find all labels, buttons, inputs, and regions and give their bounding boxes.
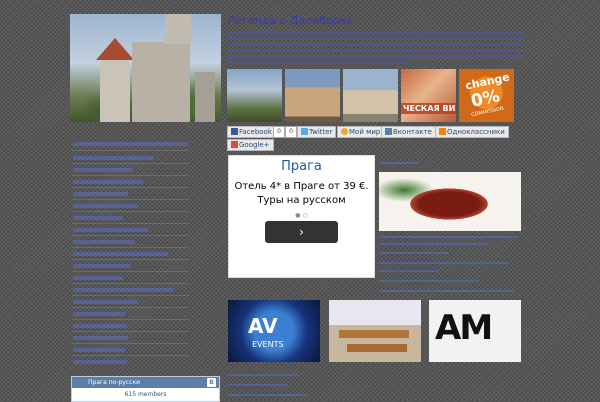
- sidebar-divider: [72, 283, 189, 284]
- sidebar-divider: [72, 175, 189, 176]
- sidebar-link[interactable]: [73, 216, 123, 220]
- facebook-share-button[interactable]: Facebook: [227, 126, 276, 138]
- thumb-castle[interactable]: [227, 69, 282, 122]
- sidebar-link[interactable]: [73, 180, 143, 184]
- classroom-image[interactable]: [329, 300, 421, 362]
- sidebar-link[interactable]: [73, 168, 133, 172]
- description-line: [227, 37, 524, 40]
- sidebar-divider: [72, 187, 189, 188]
- sidebar-divider: [72, 307, 189, 308]
- sidebar-link[interactable]: [73, 192, 128, 196]
- ad-text: Отель 4* в Праге от 39 €. Туры на русско…: [234, 181, 369, 206]
- odnoklassniki-label: Одноклассники: [447, 128, 505, 136]
- ad-next-button[interactable]: ›: [265, 221, 338, 243]
- sidebar-divider: [72, 235, 189, 236]
- vkontakte-share-button[interactable]: Вконтакте: [381, 126, 436, 138]
- description-line: [227, 43, 524, 46]
- sidebar-divider: [72, 247, 189, 248]
- link-line[interactable]: [228, 374, 298, 376]
- sidebar-divider: [72, 331, 189, 332]
- description-line: [227, 31, 524, 34]
- link-line[interactable]: [379, 262, 509, 264]
- sidebar-link[interactable]: [73, 276, 123, 280]
- vk-widget-title[interactable]: Прага по-русски: [88, 379, 140, 386]
- visa-label: ЧЕСКАЯ ВИЗА: [401, 103, 456, 114]
- twitter-label: Twitter: [309, 128, 333, 136]
- sidebar-link[interactable]: [73, 336, 128, 340]
- sidebar-link[interactable]: [73, 156, 153, 160]
- am-logo-text: AM: [435, 308, 493, 348]
- twitter-counter: 0: [285, 126, 297, 138]
- sidebar-divider: [72, 163, 189, 164]
- events-logo-text: EVENTS: [252, 340, 284, 349]
- description-line: [227, 55, 524, 58]
- moimir-share-button[interactable]: Мой мир: [337, 126, 385, 138]
- sidebar-link[interactable]: [73, 142, 188, 146]
- sidebar-divider: [72, 150, 189, 151]
- sidebar-link[interactable]: [73, 252, 168, 256]
- sidebar-divider: [72, 355, 189, 356]
- facebook-icon: [231, 128, 238, 135]
- sidebar-link[interactable]: [73, 324, 127, 328]
- thumb-exchange[interactable]: change 0% COMMISSION: [459, 69, 514, 122]
- sidebar-link[interactable]: [73, 264, 131, 268]
- thumb-hotel[interactable]: [285, 69, 340, 122]
- facebook-counter: 0: [273, 126, 285, 138]
- twitter-share-button[interactable]: Twitter: [297, 126, 337, 138]
- sidebar-link[interactable]: [73, 312, 125, 316]
- sidebar-divider: [72, 223, 189, 224]
- sidebar-divider: [72, 199, 189, 200]
- link-line[interactable]: [228, 394, 308, 396]
- vk-icon[interactable]: В: [207, 378, 216, 387]
- sidebar-link[interactable]: [73, 288, 173, 292]
- hero-castle-image: [70, 14, 221, 122]
- sidebar-link[interactable]: [73, 204, 138, 208]
- vk-widget-header: Прага по-русски В: [72, 377, 219, 388]
- sidebar-divider: [72, 211, 189, 212]
- description-line: [227, 61, 407, 64]
- vk-members-count: 615 members: [124, 391, 167, 398]
- food-image[interactable]: [379, 172, 521, 231]
- odnoklassniki-share-button[interactable]: Одноклассники: [435, 126, 509, 138]
- ad-carousel-dots[interactable]: ● ○: [229, 212, 374, 219]
- thumb-street[interactable]: [343, 69, 398, 122]
- link-line[interactable]: [379, 290, 514, 292]
- vkontakte-label: Вконтакте: [393, 128, 432, 136]
- am-logo-image[interactable]: AM: [429, 300, 521, 362]
- google-share-button[interactable]: Google+: [227, 139, 274, 151]
- google-label: Google+: [239, 141, 270, 149]
- link-line[interactable]: [379, 270, 439, 272]
- sidebar-divider: [72, 295, 189, 296]
- vk-icon: [385, 128, 392, 135]
- twitter-icon: [301, 128, 308, 135]
- sidebar-divider: [72, 259, 189, 260]
- site-title[interactable]: Легенда о Далиборке: [227, 14, 353, 27]
- google-icon: [231, 141, 238, 148]
- moimir-icon: [341, 128, 348, 135]
- facebook-label: Facebook: [239, 128, 272, 136]
- sidebar-link[interactable]: [73, 300, 137, 304]
- odnoklassniki-icon: [439, 128, 446, 135]
- link-line[interactable]: [379, 162, 419, 164]
- sidebar-divider: [72, 319, 189, 320]
- link-line[interactable]: [379, 236, 519, 238]
- sidebar-divider: [72, 271, 189, 272]
- sidebar-link[interactable]: [73, 348, 125, 352]
- vk-community-widget[interactable]: Прага по-русски В 615 members: [71, 376, 220, 402]
- av-logo-text: AV: [248, 314, 278, 338]
- sidebar-link[interactable]: [73, 228, 148, 232]
- link-line[interactable]: [379, 280, 479, 282]
- sidebar-divider: [72, 343, 189, 344]
- thumb-visa[interactable]: ЧЕСКАЯ ВИЗА: [401, 69, 456, 122]
- moimir-label: Мой мир: [349, 128, 381, 136]
- ad-title: Прага: [281, 159, 322, 174]
- link-line[interactable]: [228, 384, 288, 386]
- link-line[interactable]: [379, 252, 449, 254]
- link-line[interactable]: [379, 243, 489, 245]
- ad-block[interactable]: Прага Отель 4* в Праге от 39 €. Туры на …: [228, 155, 375, 278]
- sidebar-link[interactable]: [73, 240, 135, 244]
- sidebar-link[interactable]: [73, 360, 127, 364]
- av-events-image[interactable]: AV EVENTS: [228, 300, 320, 362]
- description-line: [227, 49, 524, 52]
